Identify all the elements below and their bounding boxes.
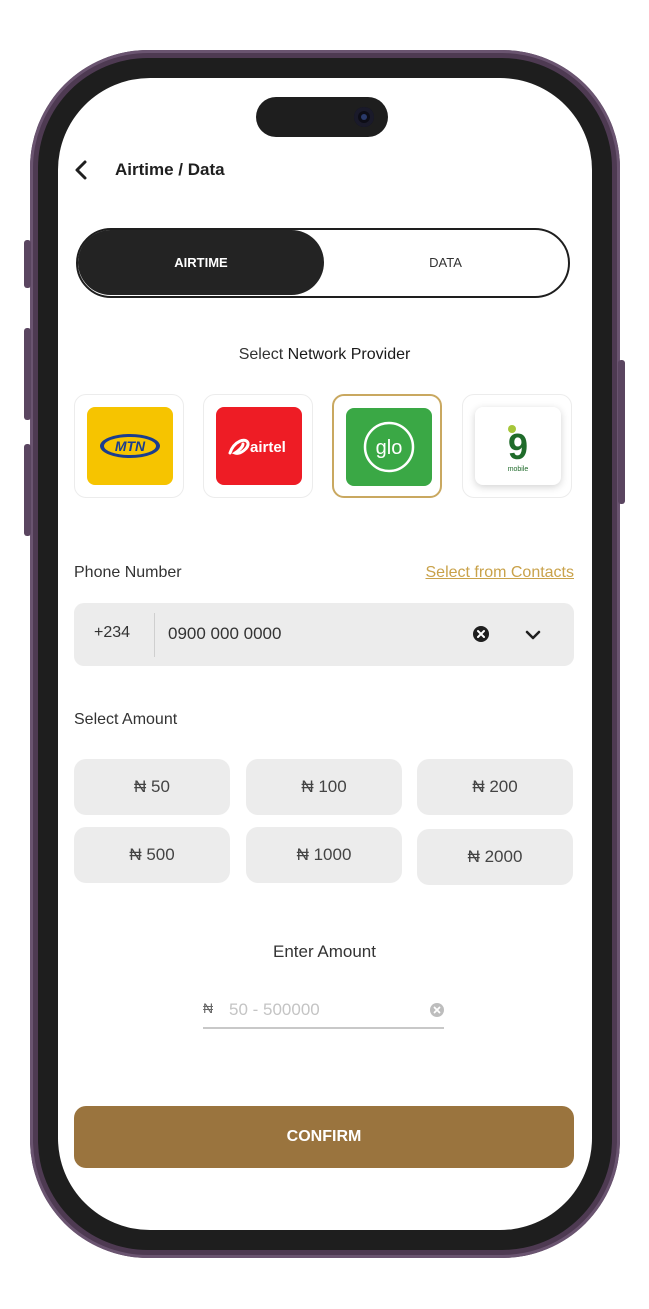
country-code-selector[interactable]: +234 [94,624,130,642]
provider-glo[interactable]: glo [332,394,442,498]
field-divider [154,613,155,657]
enter-amount-input[interactable] [229,998,419,1022]
naira-symbol: ₦ [203,1000,214,1016]
provider-airtel[interactable]: airtel [203,394,313,498]
select-amount-label: Select Amount [74,711,178,728]
phone-number-input[interactable] [168,621,448,647]
9mobile-logo: 9 mobile [475,407,561,485]
network-label-prefix: Select [238,346,288,363]
amount-option-200[interactable]: ₦ 200 [417,759,573,815]
volume-down-side-button [24,444,31,536]
action-side-button [24,240,31,288]
enter-amount-label: Enter Amount [272,942,376,961]
camera-icon [354,107,374,127]
glo-logo: glo [346,408,432,486]
glo-logo-text: glo [376,437,403,459]
amount-option-1000[interactable]: ₦ 1000 [246,827,402,883]
9mobile-logo-sub: mobile [508,466,529,473]
confirm-button[interactable]: CONFIRM [74,1106,574,1168]
airtel-logo: airtel [216,407,302,485]
tab-data[interactable]: DATA [324,230,567,295]
chevron-down-icon[interactable] [524,626,542,644]
provider-mtn[interactable]: MTN [74,394,184,498]
clear-icon[interactable] [472,625,490,643]
mtn-logo: MTN [87,407,173,485]
enter-amount-field: ₦ [203,996,444,1029]
airtel-logo-text: airtel [250,439,286,456]
back-arrow-icon[interactable] [72,158,92,182]
tab-airtime[interactable]: AIRTIME [78,230,324,295]
amount-option-50[interactable]: ₦ 50 [74,759,230,815]
page-title: Airtime / Data [115,160,225,179]
mtn-logo-text: MTN [115,438,146,454]
phone-number-label: Phone Number [74,564,182,581]
network-label-emphasis: Network Provider [287,346,411,363]
amount-option-2000[interactable]: ₦ 2000 [417,829,573,885]
power-side-button [618,360,625,504]
airtime-data-toggle: AIRTIME DATA [76,228,570,298]
volume-up-side-button [24,328,31,420]
provider-9mobile[interactable]: 9 mobile [462,394,572,498]
phone-number-field: +234 [74,603,574,666]
network-provider-label: Select Network Provider [0,346,649,364]
clear-amount-icon[interactable] [429,1002,445,1018]
amount-option-500[interactable]: ₦ 500 [74,827,230,883]
amount-option-100[interactable]: ₦ 100 [246,759,402,815]
select-from-contacts-link[interactable]: Select from Contacts [426,564,575,582]
